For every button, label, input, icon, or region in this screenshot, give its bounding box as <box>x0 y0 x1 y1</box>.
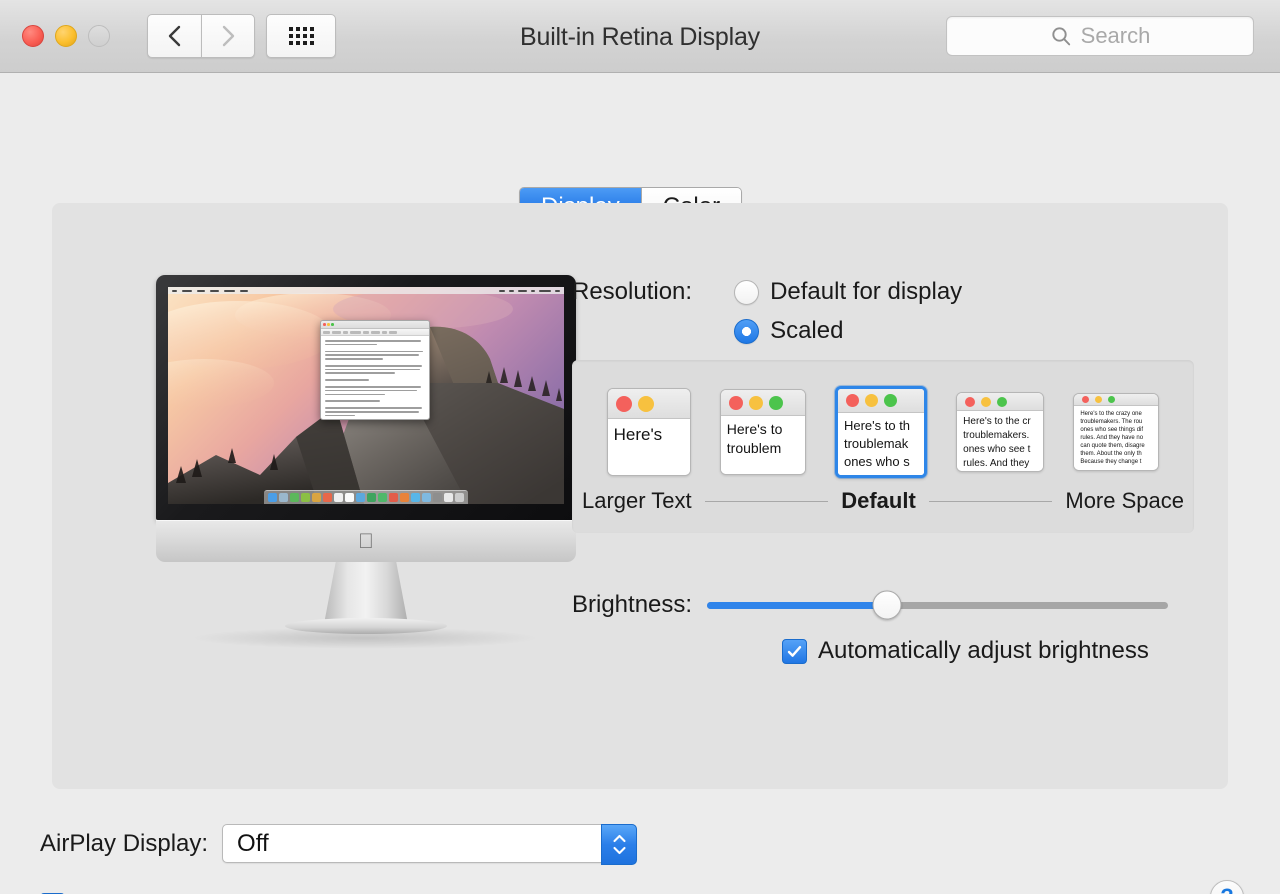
thumbnail-traffic-dot <box>865 394 878 407</box>
resolution-thumbnail-4[interactable]: Here's to the crazy onetroublemakers. Th… <box>1073 393 1159 471</box>
thumbnail-text-body: Here's to thtroublemakones who s <box>838 413 924 478</box>
brightness-slider-fill <box>707 602 887 609</box>
apple-logo-icon:  <box>358 531 374 552</box>
radio-default-for-display[interactable]: Default for display <box>734 278 962 306</box>
thumbnail-titlebar <box>957 393 1043 411</box>
thumbnail-titlebar <box>721 390 805 416</box>
thumbnail-traffic-dot <box>1082 396 1089 403</box>
imac-drop-shadow <box>190 627 540 649</box>
thumbnail-traffic-dot <box>729 396 743 410</box>
radio-button-selected-icon[interactable] <box>734 319 759 344</box>
resolution-row: Resolution: Default for display Scaled <box>572 278 962 345</box>
radio-scaled[interactable]: Scaled <box>734 317 962 345</box>
thumbnail-text-line: ones who see things dif <box>1080 426 1152 434</box>
help-button[interactable]: ? <box>1210 880 1244 894</box>
thumbnail-text-line: Here's to the crazy one <box>1080 410 1152 418</box>
search-icon <box>1050 25 1072 47</box>
thumbnail-text-line: troublemakers. The rou <box>1080 418 1152 426</box>
thumbnail-text-line: Here's to <box>727 420 799 439</box>
display-preview-illustration:  <box>105 275 525 645</box>
resolution-label: Resolution: <box>572 278 692 306</box>
brightness-slider-thumb[interactable] <box>872 591 901 620</box>
textedit-window-preview <box>320 320 430 420</box>
thumbnail-text-line: can quote them, disagre <box>1080 442 1152 450</box>
thumbnail-traffic-dot <box>769 396 783 410</box>
thumbnail-text-body: Here's <box>608 419 690 476</box>
airplay-stepper[interactable] <box>601 824 637 865</box>
window-titlebar: Built-in Retina Display Search <box>0 0 1280 73</box>
thumbnail-titlebar <box>608 389 690 419</box>
auto-brightness-label: Automatically adjust brightness <box>818 637 1149 665</box>
thumbnail-text-body: Here's totroublem <box>721 416 805 475</box>
thumbnail-traffic-dot <box>965 397 975 407</box>
airplay-row: AirPlay Display: Off <box>40 824 637 863</box>
desktop-menubar <box>168 287 564 294</box>
resolution-radio-group: Default for display Scaled <box>734 278 962 345</box>
airplay-selected-value: Off <box>237 830 269 858</box>
radio-scaled-label: Scaled <box>770 317 843 345</box>
thumbnail-traffic-dot <box>884 394 897 407</box>
thumbnail-titlebar <box>838 389 924 413</box>
thumbnail-text-body: Here's to the crtroublemakers.ones who s… <box>957 411 1043 472</box>
thumbnail-text-line: troublemak <box>844 435 918 453</box>
thumbnail-traffic-dot <box>981 397 991 407</box>
imac-screen <box>168 287 564 504</box>
thumbnail-traffic-dot <box>1095 396 1102 403</box>
thumbnail-traffic-dot <box>846 394 859 407</box>
thumbnail-text-line: troublemakers. <box>963 429 1037 443</box>
thumbnail-text-line: troublem <box>727 439 799 458</box>
display-settings-panel:  Resolution: Default for display Scaled <box>52 203 1228 789</box>
resolution-thumbnail-0[interactable]: Here's <box>607 388 691 476</box>
thumbnail-traffic-dot <box>638 396 654 412</box>
thumbnail-text-line: rules. And they have no <box>1080 434 1152 442</box>
legend-rule-right <box>929 501 1053 502</box>
thumbnail-traffic-dot <box>749 396 763 410</box>
airplay-label: AirPlay Display: <box>40 830 208 858</box>
resolution-thumbnail-1[interactable]: Here's totroublem <box>720 389 806 475</box>
imac-bezel <box>156 275 576 520</box>
thumbnail-text-line: Because they change t <box>1080 458 1152 466</box>
thumbnail-traffic-dot <box>616 396 632 412</box>
chevron-up-icon <box>612 834 627 843</box>
thumbnail-text-line: ones who see t <box>963 443 1037 457</box>
imac-stand-neck <box>324 562 408 624</box>
resolution-thumbnail-list: Here'sHere's totroublemHere's to thtroub… <box>572 383 1194 481</box>
textedit-toolbar <box>321 329 429 336</box>
auto-brightness-checkbox[interactable] <box>782 639 807 664</box>
airplay-popup-button[interactable]: Off <box>222 824 637 863</box>
chevron-down-icon <box>612 846 627 855</box>
thumbnail-traffic-dot <box>997 397 1007 407</box>
desktop-dock <box>264 490 468 504</box>
thumbnail-text-line: Here's <box>614 423 684 446</box>
search-field[interactable]: Search <box>946 16 1254 56</box>
resolution-thumbnail-3[interactable]: Here's to the crtroublemakers.ones who s… <box>956 392 1044 472</box>
radio-button-icon[interactable] <box>734 280 759 305</box>
search-input[interactable]: Search <box>1081 23 1151 49</box>
thumbnail-text-line: Here's to th <box>844 417 918 435</box>
thumbnail-text-line: rules. And they <box>963 457 1037 471</box>
textedit-titlebar <box>321 321 429 329</box>
brightness-label: Brightness: <box>572 591 692 619</box>
legend-rule-left <box>705 501 829 502</box>
scale-legend: Larger Text Default More Space <box>572 488 1194 514</box>
thumbnail-traffic-dot <box>1108 396 1115 403</box>
brightness-row: Brightness: <box>572 591 1194 619</box>
thumbnail-text-line: them. About the only th <box>1080 450 1152 458</box>
preferences-body: Display Color <box>0 73 1280 894</box>
textedit-body-text <box>321 336 429 420</box>
scaled-resolution-picker: Here'sHere's totroublemHere's to thtroub… <box>572 360 1194 533</box>
legend-larger-text: Larger Text <box>582 488 692 514</box>
thumbnail-text-body: Here's to the crazy onetroublemakers. Th… <box>1074 406 1158 471</box>
auto-brightness-row[interactable]: Automatically adjust brightness <box>782 637 1149 665</box>
legend-default: Default <box>841 488 916 514</box>
imac-chin:  <box>156 520 576 562</box>
resolution-thumbnail-2[interactable]: Here's to thtroublemakones who s <box>835 386 927 478</box>
brightness-slider[interactable] <box>707 602 1168 609</box>
legend-more-space: More Space <box>1065 488 1184 514</box>
thumbnail-text-line: ones who s <box>844 453 918 471</box>
thumbnail-titlebar <box>1074 394 1158 406</box>
checkmark-icon <box>786 643 803 660</box>
radio-default-label: Default for display <box>770 278 962 306</box>
thumbnail-text-line: Here's to the cr <box>963 415 1037 429</box>
